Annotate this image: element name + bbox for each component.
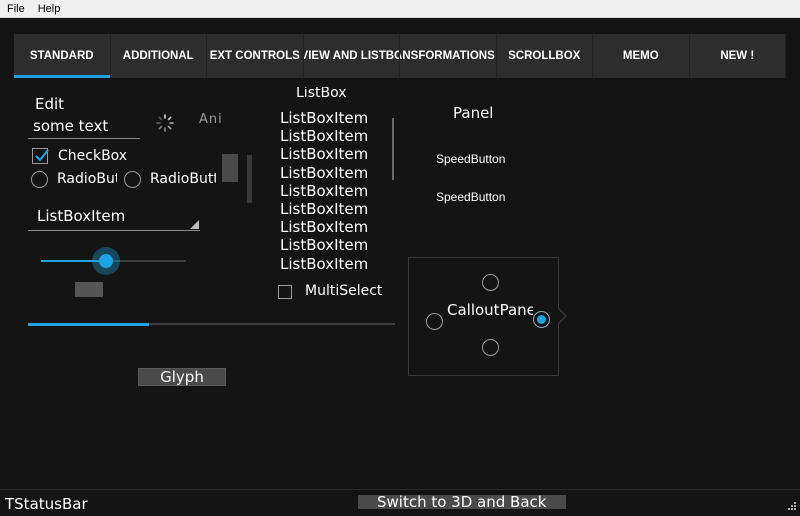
- checkbox[interactable]: [32, 148, 49, 164]
- check-icon: [35, 149, 49, 162]
- listbox-item[interactable]: ListBoxItem: [280, 218, 368, 236]
- listbox-item[interactable]: ListBoxItem: [280, 109, 368, 127]
- tab-label: MEMO: [622, 50, 659, 62]
- radio-button-1[interactable]: [31, 171, 48, 188]
- callout-radio-bottom[interactable]: [482, 339, 499, 356]
- multiselect-label: MultiSelect: [305, 283, 383, 299]
- tab-label: STANDARD: [29, 50, 94, 62]
- animation-text: Ani: [199, 112, 223, 127]
- listbox-item[interactable]: ListBoxItem: [280, 164, 368, 182]
- tab-new[interactable]: NEW !: [690, 34, 786, 78]
- listbox-scrollbar[interactable]: [392, 118, 394, 180]
- status-text: TStatusBar: [5, 495, 88, 513]
- glyph-button[interactable]: Glyph: [138, 368, 226, 386]
- small-button[interactable]: [75, 282, 103, 297]
- scrollbar-thumb[interactable]: [222, 154, 238, 182]
- dropdown-arrow-icon: [190, 220, 199, 229]
- radio-button-2-label: RadioButton: [150, 171, 216, 187]
- listbox[interactable]: ListBox ListBoxItem ListBoxItem ListBoxIte…: [278, 87, 390, 275]
- tab-label: TREEVIEW AND LISTBOX: [304, 50, 400, 62]
- menu-file[interactable]: File: [0, 0, 31, 18]
- callout-radio-right[interactable]: [533, 311, 550, 328]
- listbox-item[interactable]: ListBoxItem: [280, 182, 368, 200]
- progress-bar-fill: [28, 323, 150, 326]
- listbox-item[interactable]: ListBoxItem: [280, 255, 368, 273]
- tab-label: SCROLLBOX: [508, 50, 581, 62]
- listbox-items: ListBoxItem ListBoxItem ListBoxItem ListBox…: [280, 109, 368, 275]
- multiselect-checkbox[interactable]: [278, 285, 292, 299]
- scrollbar-track[interactable]: [247, 155, 252, 203]
- tab-treeview-listbox[interactable]: TREEVIEW AND LISTBOX: [304, 34, 400, 78]
- radio-button-2[interactable]: [124, 171, 141, 188]
- listbox-item[interactable]: ListBoxItem: [280, 145, 368, 163]
- tab-label: ADDITIONAL: [122, 50, 194, 62]
- tab-additional[interactable]: ADDITIONAL: [111, 34, 207, 78]
- listbox-item[interactable]: ListBoxItem: [280, 127, 368, 145]
- tab-ext-controls[interactable]: EXT CONTROLS: [207, 34, 304, 78]
- speed-button-1[interactable]: SpeedButton: [436, 152, 505, 166]
- radio-button-1-label: RadioButton: [57, 171, 117, 187]
- edit-field[interactable]: some text: [28, 115, 140, 139]
- switch-3d-button-label: Switch to 3D and Back: [377, 493, 547, 511]
- menu-help[interactable]: Help: [31, 0, 67, 18]
- panel-label: Panel: [453, 104, 494, 122]
- listbox-item[interactable]: ListBoxItem: [280, 273, 368, 275]
- main-window: STANDARD ADDITIONAL EXT CONTROLS TREEVIE…: [0, 19, 800, 489]
- resize-grip-icon[interactable]: [788, 502, 796, 510]
- checkbox-label: CheckBox: [58, 148, 128, 164]
- speed-button-2[interactable]: SpeedButton: [436, 190, 505, 204]
- combobox[interactable]: ListBoxItem: [28, 205, 200, 231]
- menu-bar: File Help: [0, 0, 800, 18]
- listbox-item[interactable]: ListBoxItem: [280, 236, 368, 254]
- listbox-title: ListBox: [296, 87, 347, 101]
- tab-label: EXT CONTROLS: [209, 50, 300, 62]
- callout-label: CalloutPanel: [447, 302, 533, 319]
- callout-radio-left[interactable]: [426, 313, 443, 330]
- combobox-value: ListBoxItem: [37, 207, 126, 225]
- listbox-item[interactable]: ListBoxItem: [280, 200, 368, 218]
- tab-memo[interactable]: MEMO: [593, 34, 690, 78]
- status-bar: TStatusBar Switch to 3D and Back: [0, 489, 800, 516]
- tab-scrollbox[interactable]: SCROLLBOX: [497, 34, 593, 78]
- slider-thumb[interactable]: [92, 247, 120, 275]
- callout-pointer-inner: [557, 308, 565, 324]
- edit-label: Edit: [35, 95, 65, 113]
- tab-label: NEW !: [720, 50, 755, 62]
- spinner-icon: [156, 114, 174, 132]
- tab-bar: STANDARD ADDITIONAL EXT CONTROLS TREEVIE…: [14, 34, 786, 78]
- tab-transformations[interactable]: TRANSFORMATIONS: [400, 34, 497, 78]
- callout-radio-top[interactable]: [482, 274, 499, 291]
- tab-label: TRANSFORMATIONS: [400, 50, 495, 62]
- tab-standard[interactable]: STANDARD: [14, 34, 111, 78]
